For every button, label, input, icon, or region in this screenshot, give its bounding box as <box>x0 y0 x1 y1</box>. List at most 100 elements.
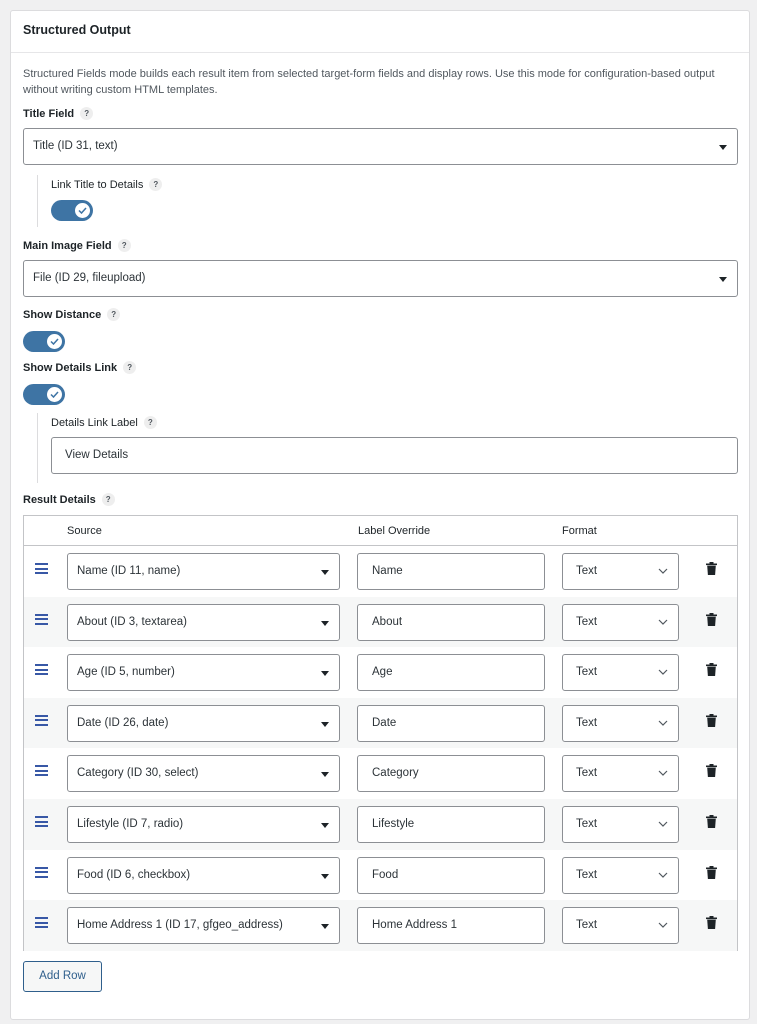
label-override-input[interactable]: Lifestyle <box>357 806 545 843</box>
source-value: Date (ID 26, date) <box>77 716 169 729</box>
help-icon[interactable]: ? <box>80 107 94 120</box>
label-override-input[interactable]: Category <box>357 755 545 793</box>
show-distance-toggle[interactable] <box>23 331 65 352</box>
label-override-value: Food <box>372 868 399 881</box>
format-select[interactable]: Text <box>562 856 679 894</box>
caret-down-icon <box>321 924 329 930</box>
format-value: Text <box>576 767 598 780</box>
title-field-select[interactable]: Title (ID 31, text) <box>23 128 738 165</box>
label-override-value: Name <box>372 565 403 577</box>
main-image-select[interactable]: File (ID 29, fileupload) <box>23 260 738 297</box>
chevron-down-icon <box>658 770 668 777</box>
result-details-label-text: Result Details <box>23 494 96 506</box>
details-link-label-input[interactable]: View Details <box>51 437 738 474</box>
help-icon[interactable]: ? <box>101 493 115 506</box>
caret-down-icon <box>321 570 329 575</box>
trash-icon[interactable] <box>706 663 717 677</box>
toggle-knob <box>75 203 90 218</box>
source-select[interactable]: About (ID 3, textarea) <box>67 603 340 641</box>
trash-icon[interactable] <box>706 916 717 930</box>
source-select[interactable]: Food (ID 6, checkbox) <box>67 856 340 894</box>
title-field-label-text: Title Field <box>23 108 75 120</box>
trash-icon[interactable] <box>706 815 717 828</box>
trash-icon[interactable] <box>706 764 717 778</box>
show-distance-label-text: Show Distance <box>23 309 102 321</box>
link-title-label-text: Link Title to Details <box>51 179 144 191</box>
help-icon[interactable]: ? <box>143 416 157 429</box>
label-override-value: Home Address 1 <box>372 919 458 932</box>
caret-down-icon <box>321 873 329 879</box>
table-row: Lifestyle (ID 7, radio) Lifestyle Text <box>24 799 737 850</box>
show-details-link-toggle[interactable] <box>23 384 65 405</box>
chevron-down-icon <box>658 922 668 929</box>
format-select[interactable]: Text <box>562 603 679 641</box>
format-value: Text <box>576 868 598 881</box>
format-select[interactable]: Text <box>562 654 679 692</box>
toggle-knob <box>47 387 62 402</box>
details-link-label-label: Details Link Label? <box>51 416 157 429</box>
drag-handle-icon[interactable] <box>35 765 48 777</box>
help-icon[interactable]: ? <box>123 361 137 374</box>
table-row: Name (ID 11, name) Name Text <box>24 546 737 597</box>
label-override-input[interactable]: Home Address 1 <box>357 907 545 945</box>
caret-down-icon <box>321 620 329 626</box>
result-details-table: Source Label Override Format Name (ID 11… <box>23 515 738 951</box>
format-select[interactable]: Text <box>562 553 679 590</box>
trash-icon[interactable] <box>706 713 717 727</box>
link-title-label: Link Title to Details? <box>51 178 163 191</box>
panel-header: Structured Output <box>11 11 749 53</box>
source-select[interactable]: Category (ID 30, select) <box>67 755 340 793</box>
label-override-input[interactable]: About <box>357 603 545 641</box>
link-title-toggle[interactable] <box>51 200 93 221</box>
label-override-input[interactable]: Name <box>357 553 545 590</box>
format-select[interactable]: Text <box>562 755 679 793</box>
help-icon[interactable]: ? <box>149 178 163 191</box>
drag-handle-icon[interactable] <box>35 613 48 625</box>
table-row: About (ID 3, textarea) About Text <box>24 596 737 648</box>
label-override-value: About <box>372 615 403 628</box>
caret-down-icon <box>719 145 727 150</box>
source-select[interactable]: Home Address 1 (ID 17, gfgeo_address) <box>67 907 340 945</box>
details-link-label-text: Details Link Label <box>51 417 138 429</box>
drag-handle-icon[interactable] <box>35 866 48 878</box>
format-value: Text <box>576 615 598 628</box>
indent-line <box>37 175 38 227</box>
source-select[interactable]: Name (ID 11, name) <box>67 553 340 590</box>
show-details-link-label: Show Details Link? <box>23 361 137 374</box>
label-override-value: Lifestyle <box>372 818 415 830</box>
help-icon[interactable]: ? <box>107 308 121 321</box>
show-distance-label: Show Distance? <box>23 308 121 321</box>
drag-handle-icon[interactable] <box>35 563 48 574</box>
toggle-knob <box>47 334 62 349</box>
source-select[interactable]: Age (ID 5, number) <box>67 654 340 692</box>
format-select[interactable]: Text <box>562 907 679 945</box>
drag-handle-icon[interactable] <box>35 664 48 676</box>
source-value: Home Address 1 (ID 17, gfgeo_address) <box>77 919 283 932</box>
label-override-input[interactable]: Date <box>357 704 545 742</box>
source-value: Lifestyle (ID 7, radio) <box>77 818 184 830</box>
drag-handle-icon[interactable] <box>35 917 48 929</box>
trash-icon[interactable] <box>706 612 717 626</box>
help-icon[interactable]: ? <box>117 239 131 252</box>
label-override-input[interactable]: Age <box>357 654 545 692</box>
trash-icon[interactable] <box>706 562 717 575</box>
source-select[interactable]: Lifestyle (ID 7, radio) <box>67 806 340 843</box>
trash-icon[interactable] <box>706 865 717 879</box>
drag-handle-icon[interactable] <box>35 816 48 827</box>
table-row: Date (ID 26, date) Date Text <box>24 697 737 749</box>
title-field-value: Title (ID 31, text) <box>33 140 118 152</box>
format-select[interactable]: Text <box>562 806 679 843</box>
show-details-link-label-text: Show Details Link <box>23 362 118 374</box>
chevron-down-icon <box>658 568 668 574</box>
column-header-label-override: Label Override <box>358 525 431 537</box>
caret-down-icon <box>321 772 329 778</box>
source-value: Category (ID 30, select) <box>77 767 199 780</box>
column-header-source: Source <box>67 525 102 537</box>
drag-handle-icon[interactable] <box>35 714 48 726</box>
source-select[interactable]: Date (ID 26, date) <box>67 704 340 742</box>
structured-output-panel: Structured Output Structured Fields mode… <box>10 10 750 1020</box>
format-select[interactable]: Text <box>562 704 679 742</box>
label-override-input[interactable]: Food <box>357 856 545 894</box>
source-value: Name (ID 11, name) <box>77 565 181 577</box>
add-row-button[interactable]: Add Row <box>23 961 102 992</box>
